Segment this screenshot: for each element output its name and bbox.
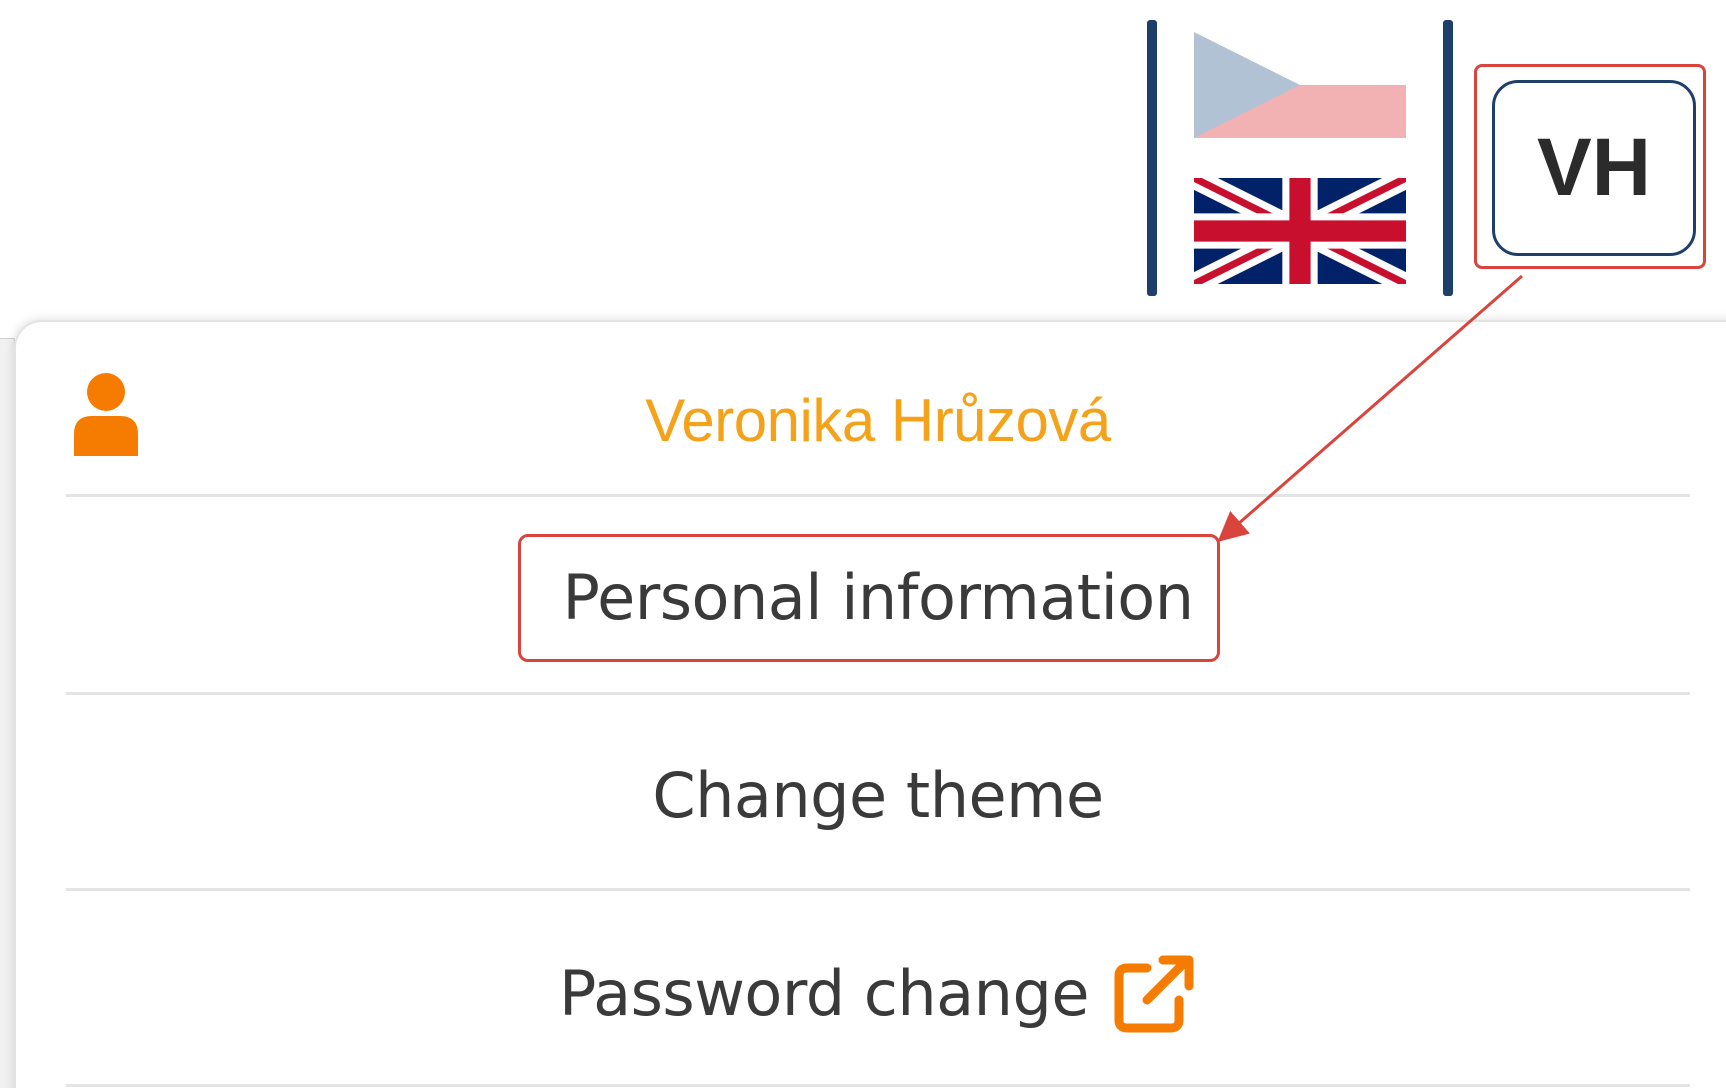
external-link-icon[interactable] bbox=[1111, 954, 1197, 1036]
menu-item-change-theme[interactable]: Change theme bbox=[66, 734, 1690, 856]
page-edge bbox=[0, 338, 15, 1088]
user-name: Veronika Hrůzová bbox=[645, 386, 1111, 454]
menu-divider bbox=[66, 494, 1690, 497]
app-screen: VH Veronika Hrůzová Personal information… bbox=[0, 0, 1726, 1088]
menu-divider bbox=[66, 888, 1690, 891]
menu-item-label[interactable]: Change theme bbox=[652, 759, 1104, 832]
menu-divider bbox=[66, 1084, 1690, 1087]
header-divider bbox=[1147, 20, 1157, 296]
header-divider bbox=[1443, 20, 1453, 296]
menu-divider bbox=[66, 692, 1690, 695]
user-avatar-button[interactable]: VH bbox=[1492, 80, 1696, 256]
menu-item-password-change[interactable]: Password change bbox=[66, 930, 1690, 1056]
uk-flag-icon[interactable] bbox=[1194, 178, 1406, 284]
annotation-highlight-personal-information bbox=[518, 534, 1220, 662]
user-name-row: Veronika Hrůzová bbox=[66, 356, 1690, 484]
menu-item-label[interactable]: Password change bbox=[559, 957, 1089, 1030]
czech-flag-icon[interactable] bbox=[1194, 32, 1406, 138]
